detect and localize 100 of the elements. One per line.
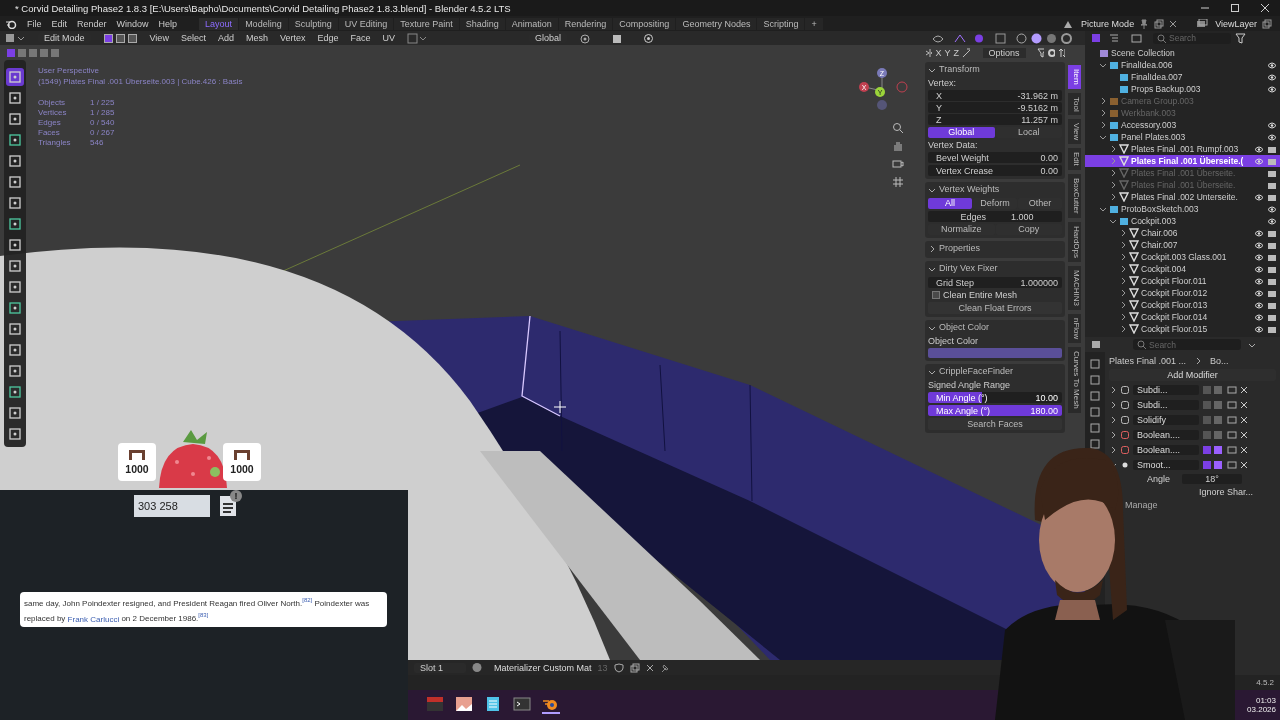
- subpanel-header[interactable]: Manage: [1125, 500, 1158, 510]
- chevron-icon[interactable]: [1109, 416, 1117, 424]
- tree-row-highlight[interactable]: Plates Final .001 Überseite.(: [1085, 155, 1280, 167]
- axis-toggle[interactable]: Z: [953, 48, 959, 58]
- menu-item[interactable]: Help: [158, 18, 178, 29]
- copy-icon[interactable]: [1154, 18, 1165, 29]
- tool-icon[interactable]: [6, 89, 24, 107]
- tool-icon[interactable]: [6, 110, 24, 128]
- close-icon[interactable]: [1240, 446, 1248, 454]
- options-dropdown[interactable]: Options: [982, 48, 1026, 58]
- eye-icon[interactable]: [1254, 144, 1264, 154]
- eye-icon[interactable]: [1254, 312, 1264, 322]
- workspace-tab[interactable]: Layout: [199, 17, 239, 30]
- filter-icon[interactable]: [1235, 32, 1247, 44]
- number-field[interactable]: Vertex Crease 0.00: [928, 165, 1062, 176]
- image-app-icon[interactable]: [455, 696, 473, 712]
- copy-icon[interactable]: [629, 662, 640, 673]
- workspace-tab[interactable]: UV Editing: [338, 17, 394, 30]
- properties-tab-icon[interactable]: [1089, 406, 1101, 418]
- menu-item[interactable]: Render: [77, 18, 107, 29]
- menu-item[interactable]: Select: [180, 33, 206, 43]
- chevron-icon[interactable]: [928, 368, 936, 376]
- workspace-tab[interactable]: Modeling: [239, 17, 288, 30]
- chevron-icon[interactable]: [928, 245, 936, 253]
- search-input[interactable]: Search: [1169, 33, 1224, 43]
- tool-icon[interactable]: [6, 131, 24, 149]
- properties-tab-icon[interactable]: [1089, 390, 1101, 402]
- modifier-name-field[interactable]: Subdi...: [1133, 385, 1199, 395]
- chevron-icon[interactable]: [1109, 431, 1117, 439]
- workspace-tab[interactable]: Scripting: [757, 17, 805, 30]
- color-swatch[interactable]: [928, 348, 1062, 358]
- number-field[interactable]: Grid Step 1.000000: [928, 277, 1062, 288]
- sidebar-tab[interactable]: Item: [1068, 65, 1081, 89]
- menu-item[interactable]: View: [149, 33, 169, 43]
- editmode-toggle-icon[interactable]: [1202, 415, 1224, 425]
- sidebar-tab[interactable]: Edit: [1068, 148, 1081, 171]
- chevron-icon[interactable]: [1119, 289, 1127, 297]
- close-icon[interactable]: [645, 663, 654, 672]
- close-icon[interactable]: [1240, 401, 1248, 409]
- panel-header[interactable]: CrippleFaceFinder: [939, 366, 1014, 378]
- tool-icon[interactable]: [6, 68, 24, 86]
- breadcrumb-item[interactable]: Plates Final .001 ...: [1109, 356, 1187, 366]
- mixer-app-icon[interactable]: [426, 696, 444, 712]
- maximize-icon[interactable]: [1230, 3, 1240, 13]
- close-icon[interactable]: [1240, 431, 1248, 439]
- number-field[interactable]: Bevel Weight 0.00: [928, 152, 1062, 163]
- axis-toggle[interactable]: Y: [944, 48, 951, 58]
- modifier-name-field[interactable]: Subdi...: [1133, 400, 1199, 410]
- tree-item-label[interactable]: Cockpit.003 Glass.001: [1141, 252, 1227, 262]
- rendered-shading-icon[interactable]: [1061, 32, 1073, 44]
- menu-item[interactable]: Window: [116, 18, 149, 29]
- properties-tab-icon[interactable]: [1089, 374, 1101, 386]
- search-field[interactable]: Search: [1133, 339, 1241, 350]
- axis-toggle[interactable]: X: [935, 48, 942, 58]
- terminal-app-icon[interactable]: [513, 696, 531, 712]
- modifier-name-field[interactable]: Solidify: [1133, 415, 1199, 425]
- view-layer-selector[interactable]: ViewLayer: [1215, 18, 1257, 29]
- tool-icon[interactable]: [6, 278, 24, 296]
- tree-item-label[interactable]: Cockpit Floor.014: [1141, 312, 1208, 322]
- camera-icon[interactable]: [892, 158, 904, 170]
- eye-icon[interactable]: [1267, 132, 1277, 142]
- tree-item-label[interactable]: FinalIdea.006: [1121, 60, 1173, 70]
- mirror-icon[interactable]: [925, 48, 933, 58]
- tool-icon[interactable]: [6, 383, 24, 401]
- workspace-tab[interactable]: Geometry Nodes: [676, 17, 757, 30]
- close-icon[interactable]: [1240, 416, 1248, 424]
- angle-slider[interactable]: Max Angle (°) 180.00: [928, 405, 1062, 416]
- chevron-icon[interactable]: [1119, 325, 1127, 333]
- workspace-tab[interactable]: Rendering: [558, 17, 613, 30]
- tree-item-label[interactable]: Cockpit.003: [1131, 216, 1176, 226]
- eye-icon[interactable]: [1254, 264, 1264, 274]
- sidebar-tab[interactable]: Curves To Mesh: [1068, 347, 1081, 413]
- chevron-icon[interactable]: [1119, 313, 1127, 321]
- tool-icon[interactable]: [6, 320, 24, 338]
- tree-item-label[interactable]: Cockpit.004: [1141, 264, 1186, 274]
- sort-icon[interactable]: [1057, 48, 1065, 58]
- close-icon[interactable]: [1169, 19, 1178, 28]
- notepad-app-icon[interactable]: [484, 696, 502, 712]
- workspace-tab[interactable]: Animation: [505, 17, 558, 30]
- workspace-tab[interactable]: Shading: [459, 17, 505, 30]
- search-field[interactable]: Search: [1153, 32, 1231, 44]
- filter-toggle[interactable]: All: [928, 198, 972, 209]
- sidebar-tab[interactable]: Tool: [1068, 92, 1081, 116]
- sidebar-tab[interactable]: View: [1068, 119, 1081, 145]
- eye-icon[interactable]: [1267, 72, 1277, 82]
- eye-icon[interactable]: [1267, 60, 1277, 70]
- tool-icon[interactable]: [6, 404, 24, 422]
- search-input[interactable]: Search: [1149, 339, 1204, 350]
- close-icon[interactable]: [1260, 3, 1270, 13]
- tool-icon[interactable]: [6, 236, 24, 254]
- select-mode-icon[interactable]: [126, 32, 138, 44]
- number-field[interactable]: X -31.962 m: [928, 90, 1062, 101]
- editmode-toggle-icon[interactable]: [1202, 400, 1224, 410]
- angle-field[interactable]: 18°: [1182, 474, 1243, 484]
- editmode-toggle-icon[interactable]: [1202, 460, 1224, 470]
- chevron-icon[interactable]: [1099, 61, 1107, 69]
- chevron-icon[interactable]: [1119, 301, 1127, 309]
- workspace-tab[interactable]: Sculpting: [288, 17, 338, 30]
- tree-item-label[interactable]: Plates Final .001 Überseite.(: [1131, 156, 1244, 166]
- breadcrumb-item[interactable]: Bo...: [1210, 356, 1229, 366]
